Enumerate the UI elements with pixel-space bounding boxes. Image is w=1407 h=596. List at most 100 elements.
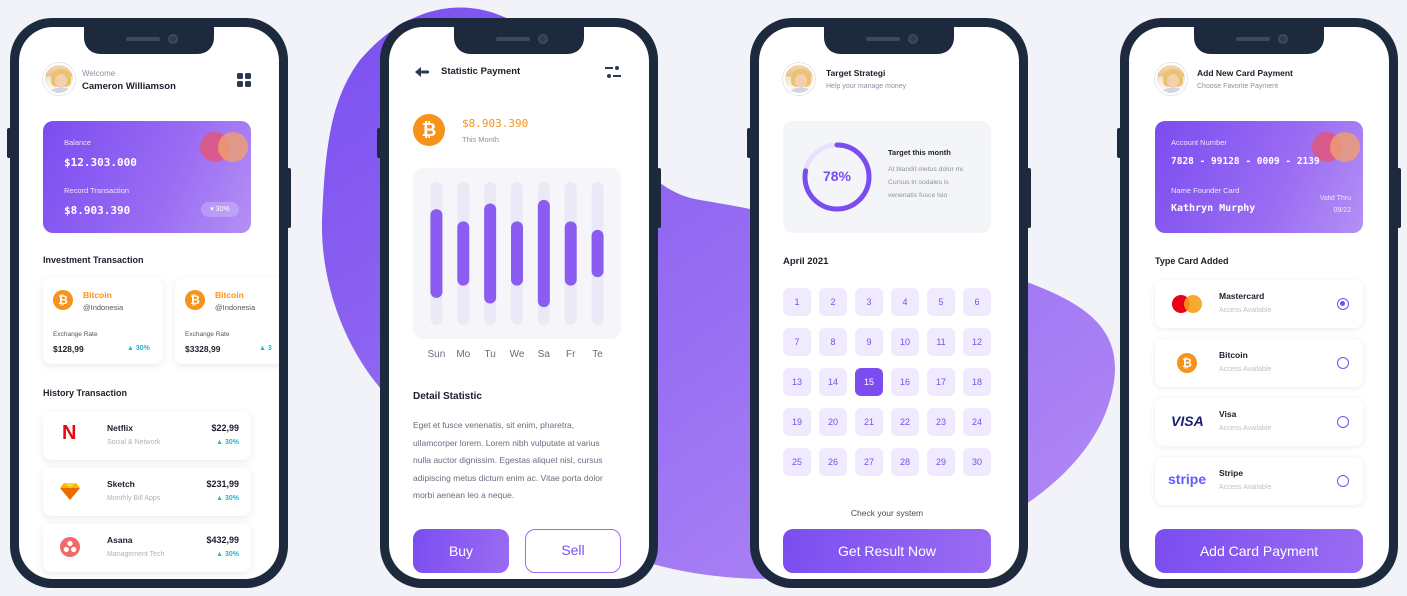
calendar-day[interactable]: 20 [819, 408, 847, 436]
avatar[interactable] [1155, 63, 1187, 95]
calendar-day[interactable]: 25 [783, 448, 811, 476]
calendar-day[interactable]: 19 [783, 408, 811, 436]
calendar-day[interactable]: 17 [927, 368, 955, 396]
bitcoin-icon: ₿ [185, 290, 205, 310]
valid-label: Valid Thru [1319, 195, 1351, 202]
page-title: Statistic Payment [441, 66, 521, 77]
x-tick-label: Tu [484, 349, 496, 360]
calendar-day[interactable]: 4 [891, 288, 919, 316]
calendar-day[interactable]: 21 [855, 408, 883, 436]
radio-selected[interactable] [1337, 298, 1349, 310]
calendar-day[interactable]: 26 [819, 448, 847, 476]
x-tick-label: Sa [537, 349, 550, 360]
sketch-icon [60, 482, 80, 500]
method-status: Access Available [1219, 307, 1272, 314]
method-status: Access Available [1219, 425, 1272, 432]
netflix-icon: N [62, 422, 77, 444]
user-name: Cameron Williamson [82, 81, 176, 92]
history-sub: Management Tech [107, 551, 165, 558]
screen-target: Target Strategi Help your manage money 7… [759, 27, 1019, 579]
calendar-day[interactable]: 15 [855, 368, 883, 396]
add-card-button[interactable]: Add Card Payment [1155, 529, 1363, 573]
bar-te[interactable] [591, 229, 604, 278]
screen-dashboard: Welcome Cameron Williamson Balance $12.3… [19, 27, 279, 579]
calendar-day[interactable]: 14 [819, 368, 847, 396]
welcome-text: Welcome [82, 69, 116, 78]
payment-option-bitcoin[interactable]: ₿ Bitcoin Access Available [1155, 339, 1363, 387]
progress-label: 78% [822, 168, 852, 184]
account-label: Account Number [1171, 138, 1227, 147]
bar-chart [413, 168, 621, 339]
calendar-day[interactable]: 30 [963, 448, 991, 476]
calendar-day[interactable]: 3 [855, 288, 883, 316]
payment-option-stripe[interactable]: stripe Stripe Access Available [1155, 457, 1363, 505]
history-item[interactable]: N Netflix Social & Network $22,99 ▲ 30% [43, 412, 251, 460]
bar-sun[interactable] [430, 209, 443, 298]
calendar-grid: 1 2 3 4 5 6 7 8 9 10 11 12 13 14 15 16 17 18 19 20 21 22 23 24 2… [783, 288, 993, 488]
radio-unselected[interactable] [1337, 416, 1349, 428]
phone-dashboard: Welcome Cameron Williamson Balance $12.3… [7, 18, 291, 588]
calendar-day[interactable]: 8 [819, 328, 847, 356]
calendar-day[interactable]: 1 [783, 288, 811, 316]
phone-statistic: Statistic Payment ₿ $8.903.390 This Mont… [377, 18, 661, 588]
avatar[interactable] [43, 63, 75, 95]
bar-tu[interactable] [484, 203, 497, 304]
x-tick-label: Sun [427, 349, 446, 360]
page-subtitle: Help your manage money [826, 83, 907, 90]
payment-option-mastercard[interactable]: Mastercard Access Available [1155, 280, 1363, 328]
get-result-button[interactable]: Get Result Now [783, 529, 991, 573]
calendar-day[interactable]: 23 [927, 408, 955, 436]
calendar-day[interactable]: 18 [963, 368, 991, 396]
calendar-day[interactable]: 12 [963, 328, 991, 356]
record-value: $8.903.390 [64, 204, 131, 217]
calendar-day[interactable]: 29 [927, 448, 955, 476]
type-title: Type Card Added [1155, 256, 1229, 266]
rate-change: ▲ 30% [127, 345, 150, 352]
filter-icon[interactable] [605, 65, 621, 79]
mastercard-icon [1171, 294, 1203, 314]
radio-unselected[interactable] [1337, 475, 1349, 487]
investment-card[interactable]: ₿ Bitcoin @Indonesia Exchange Rate $128,… [43, 278, 163, 364]
sell-button[interactable]: Sell [525, 529, 621, 573]
bar-mo[interactable] [457, 221, 470, 286]
calendar-day[interactable]: 2 [819, 288, 847, 316]
back-icon[interactable] [415, 65, 429, 77]
calendar-day[interactable]: 10 [891, 328, 919, 356]
payment-option-visa[interactable]: VISA Visa Access Available [1155, 398, 1363, 446]
history-item[interactable]: Asana Management Tech $432,99 ▲ 30% [43, 524, 251, 572]
calendar-day[interactable]: 13 [783, 368, 811, 396]
calendar-day[interactable]: 5 [927, 288, 955, 316]
calendar-day[interactable]: 22 [891, 408, 919, 436]
calendar-day[interactable]: 7 [783, 328, 811, 356]
calendar-day[interactable]: 6 [963, 288, 991, 316]
period-label: This Month [462, 135, 500, 144]
history-name: Asana [107, 535, 133, 545]
calendar-day[interactable]: 27 [855, 448, 883, 476]
page-title: Add New Card Payment [1197, 68, 1293, 78]
bar-we[interactable] [511, 221, 523, 286]
target-card[interactable]: 78% Target this month At blandit metus d… [783, 121, 991, 233]
buy-button[interactable]: Buy [413, 529, 509, 573]
calendar-day[interactable]: 16 [891, 368, 919, 396]
investment-region: @Indonesia [83, 303, 124, 312]
bar-fr[interactable] [564, 221, 577, 286]
grid-menu-icon[interactable] [237, 73, 251, 87]
calendar-day[interactable]: 28 [891, 448, 919, 476]
phone-target: Target Strategi Help your manage money 7… [747, 18, 1031, 588]
bar-sa[interactable] [537, 199, 550, 308]
radio-unselected[interactable] [1337, 357, 1349, 369]
method-name: Stripe [1219, 468, 1244, 478]
balance-card[interactable]: Balance $12.303.000 Record Transaction $… [43, 121, 251, 233]
screen-add-card: Add New Card Payment Choose Favorite Pay… [1129, 27, 1389, 579]
calendar-day[interactable]: 24 [963, 408, 991, 436]
screen-statistic: Statistic Payment ₿ $8.903.390 This Mont… [389, 27, 649, 579]
avatar[interactable] [783, 63, 815, 95]
x-tick-label: We [509, 349, 525, 360]
investment-card[interactable]: ₿ Bitcoin @Indonesia Exchange Rate $3328… [175, 278, 279, 364]
calendar-day[interactable]: 11 [927, 328, 955, 356]
history-item[interactable]: Sketch Monthly Bill Apps $231,99 ▲ 30% [43, 468, 251, 516]
balance-label: Balance [64, 138, 92, 147]
credit-card[interactable]: Account Number 7828 - 99128 - 0009 - 213… [1155, 121, 1363, 233]
calendar-day[interactable]: 9 [855, 328, 883, 356]
balance-value: $12.303.000 [64, 156, 137, 169]
